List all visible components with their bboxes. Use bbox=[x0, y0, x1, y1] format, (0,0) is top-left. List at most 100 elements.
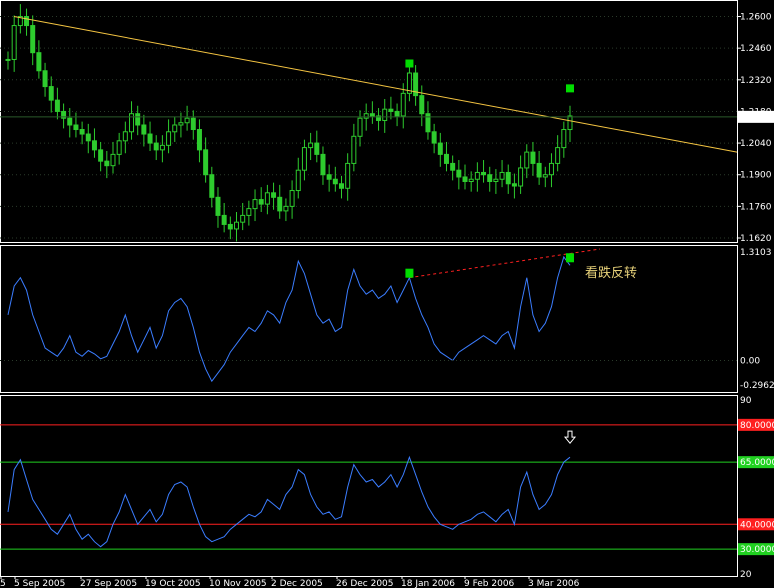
price-candle bbox=[110, 153, 116, 167]
time-axis-label: 9 Feb 2006 bbox=[464, 579, 515, 588]
price-candle bbox=[178, 122, 184, 126]
price-candle bbox=[369, 113, 375, 117]
price-candle bbox=[462, 176, 468, 182]
time-axis-label: 10 Nov 2005 bbox=[209, 579, 267, 588]
price-candle bbox=[5, 58, 11, 61]
price-candle bbox=[172, 124, 178, 133]
price-candle bbox=[85, 133, 91, 142]
price-candle bbox=[561, 129, 567, 149]
time-axis-label: 2 Dec 2005 bbox=[271, 579, 323, 588]
price-candle bbox=[258, 199, 264, 205]
time-axis-label: 27 Sep 2005 bbox=[80, 579, 137, 588]
rsi-tick-label: 80.0000 bbox=[740, 421, 774, 431]
price-candle bbox=[246, 208, 252, 216]
price-candle bbox=[314, 142, 320, 155]
peak-marker-0 bbox=[405, 59, 414, 68]
price-candle bbox=[277, 196, 283, 212]
price-candle bbox=[400, 92, 406, 117]
price-candle bbox=[240, 214, 246, 223]
price-candle bbox=[419, 95, 425, 115]
price-tick-label: 1.2040 bbox=[740, 139, 772, 149]
price-candle bbox=[159, 144, 165, 151]
price-candle bbox=[190, 117, 196, 131]
time-axis-label: 5 Sep 2005 bbox=[14, 579, 65, 588]
current-price-label: 1.2156 bbox=[740, 113, 772, 123]
price-candle bbox=[30, 25, 36, 54]
price-candle bbox=[308, 142, 314, 149]
price-candle bbox=[203, 149, 209, 176]
price-candle bbox=[555, 147, 561, 164]
price-candle bbox=[450, 162, 456, 171]
rsi-tick-label: 40.0000 bbox=[740, 520, 774, 530]
price-candle bbox=[456, 169, 462, 178]
price-candle bbox=[530, 151, 536, 164]
price-candle bbox=[289, 190, 295, 207]
price-candle bbox=[73, 124, 79, 131]
price-candle bbox=[499, 171, 505, 180]
price-candle bbox=[394, 110, 400, 117]
price-candle bbox=[79, 129, 85, 135]
price-candle bbox=[227, 223, 233, 230]
price-candle bbox=[382, 108, 388, 121]
price-candle bbox=[351, 135, 357, 164]
price-candle bbox=[487, 174, 493, 183]
oscillator-tick-label: -0.2962 bbox=[740, 381, 774, 391]
price-candle bbox=[511, 183, 517, 187]
price-candle bbox=[431, 131, 437, 144]
price-candle bbox=[332, 178, 338, 185]
price-candle bbox=[67, 117, 73, 126]
divergence-marker-1 bbox=[566, 253, 574, 263]
price-candle bbox=[104, 160, 110, 167]
oscillator-tick-label: 0.00 bbox=[740, 356, 760, 366]
price-candle bbox=[135, 113, 141, 126]
divergence-marker-0 bbox=[405, 268, 414, 278]
price-candle bbox=[357, 117, 363, 137]
price-candle bbox=[542, 174, 548, 178]
price-candle bbox=[98, 149, 104, 162]
rsi-tick-label: 20 bbox=[740, 570, 752, 580]
price-candle bbox=[209, 174, 215, 198]
price-candle bbox=[252, 199, 258, 210]
price-tick-label: 1.1620 bbox=[740, 234, 772, 244]
price-candle bbox=[271, 192, 277, 198]
price-tick-label: 1.1900 bbox=[740, 171, 772, 181]
price-candle bbox=[468, 178, 474, 183]
price-candle bbox=[24, 16, 30, 27]
price-candle bbox=[338, 183, 344, 189]
time-axis-label: 18 Jan 2006 bbox=[401, 579, 455, 588]
price-candle bbox=[548, 162, 554, 176]
forex-chart: 1.26001.24601.23201.21801.20401.19001.17… bbox=[0, 0, 774, 588]
rsi-tick-label: 90 bbox=[740, 396, 752, 406]
price-candle bbox=[215, 196, 221, 216]
price-candle bbox=[147, 133, 153, 144]
price-candle bbox=[505, 171, 511, 185]
price-candle bbox=[153, 142, 159, 151]
price-tick-label: 1.1760 bbox=[740, 202, 772, 212]
price-candle bbox=[345, 162, 351, 189]
price-candle bbox=[536, 162, 542, 178]
price-candle bbox=[326, 174, 332, 180]
rsi-tick-label: 30.0000 bbox=[740, 545, 774, 555]
time-axis-label: 19 Oct 2005 bbox=[145, 579, 201, 588]
price-candle bbox=[388, 108, 394, 112]
price-candle bbox=[567, 115, 573, 131]
time-axis-label: 5 bbox=[0, 579, 6, 588]
bearish-reversal-note: 看跌反转 bbox=[585, 265, 637, 281]
price-candle bbox=[474, 171, 480, 180]
price-candle bbox=[196, 129, 202, 151]
price-candle bbox=[91, 140, 97, 151]
price-candle bbox=[301, 147, 307, 171]
price-candle bbox=[36, 52, 42, 72]
price-candle bbox=[42, 70, 48, 88]
price-tick-label: 1.2600 bbox=[740, 13, 772, 23]
price-tick-label: 1.2460 bbox=[740, 44, 772, 54]
price-candle bbox=[518, 167, 524, 187]
price-tick-label: 1.2320 bbox=[740, 76, 772, 86]
price-candle bbox=[524, 151, 530, 169]
price-candle bbox=[363, 113, 369, 119]
price-candle bbox=[141, 124, 147, 135]
price-candle bbox=[122, 131, 128, 142]
oscillator-tick-label: 1.3103 bbox=[740, 248, 772, 258]
price-candle bbox=[493, 178, 499, 183]
price-candle bbox=[221, 214, 227, 225]
